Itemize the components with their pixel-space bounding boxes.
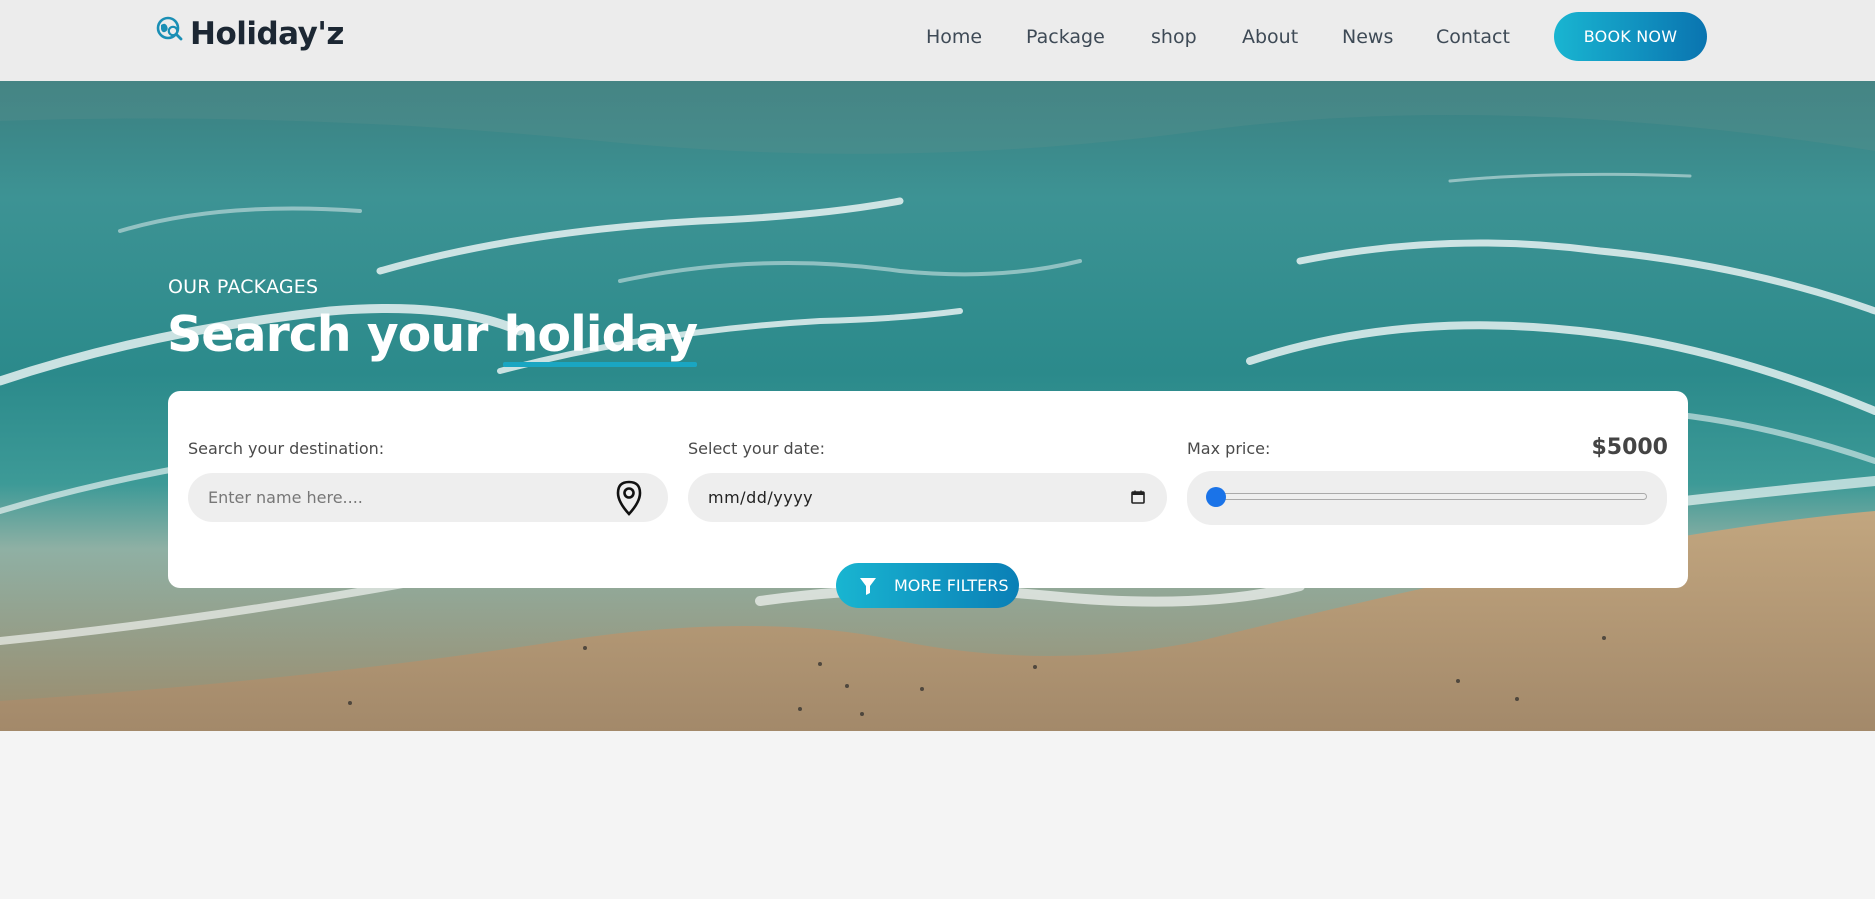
hero-title: Search your holiday bbox=[167, 306, 698, 367]
slider-track[interactable] bbox=[1215, 493, 1647, 500]
nav-item-home[interactable]: Home bbox=[926, 26, 982, 48]
hero-eyebrow: OUR PACKAGES bbox=[168, 276, 319, 298]
hero-title-prefix: Search your bbox=[167, 306, 488, 363]
slider-thumb[interactable] bbox=[1206, 487, 1226, 507]
nav-item-about[interactable]: About bbox=[1242, 26, 1298, 48]
destination-label: Search your destination: bbox=[188, 439, 385, 458]
more-filters-label: MORE FILTERS bbox=[894, 576, 1009, 595]
destination-placeholder: Enter name here.... bbox=[208, 488, 363, 507]
map-pin-icon[interactable] bbox=[612, 479, 646, 517]
filter-icon bbox=[860, 577, 876, 595]
date-input[interactable]: mm/dd/yyyy bbox=[688, 473, 1167, 522]
nav-item-shop[interactable]: shop bbox=[1151, 26, 1197, 48]
date-value: mm/dd/yyyy bbox=[708, 488, 814, 507]
destination-input[interactable]: Enter name here.... bbox=[188, 473, 668, 522]
search-card: Search your destination: Enter name here… bbox=[168, 391, 1688, 588]
nav-item-news[interactable]: News bbox=[1342, 26, 1393, 48]
hero-title-highlight: holiday bbox=[503, 306, 698, 367]
calendar-icon[interactable] bbox=[1131, 490, 1145, 504]
price-label: Max price: bbox=[1187, 439, 1271, 458]
date-label: Select your date: bbox=[688, 439, 825, 458]
more-filters-button[interactable]: MORE FILTERS bbox=[836, 563, 1019, 608]
price-slider[interactable] bbox=[1187, 471, 1667, 525]
nav-item-package[interactable]: Package bbox=[1026, 26, 1105, 48]
price-value: $5000 bbox=[1591, 435, 1668, 460]
book-now-button[interactable]: BOOK NOW bbox=[1554, 12, 1707, 61]
site-header: Holiday'z Home Package shop About News C… bbox=[0, 0, 1875, 81]
nav-item-contact[interactable]: Contact bbox=[1436, 26, 1510, 48]
